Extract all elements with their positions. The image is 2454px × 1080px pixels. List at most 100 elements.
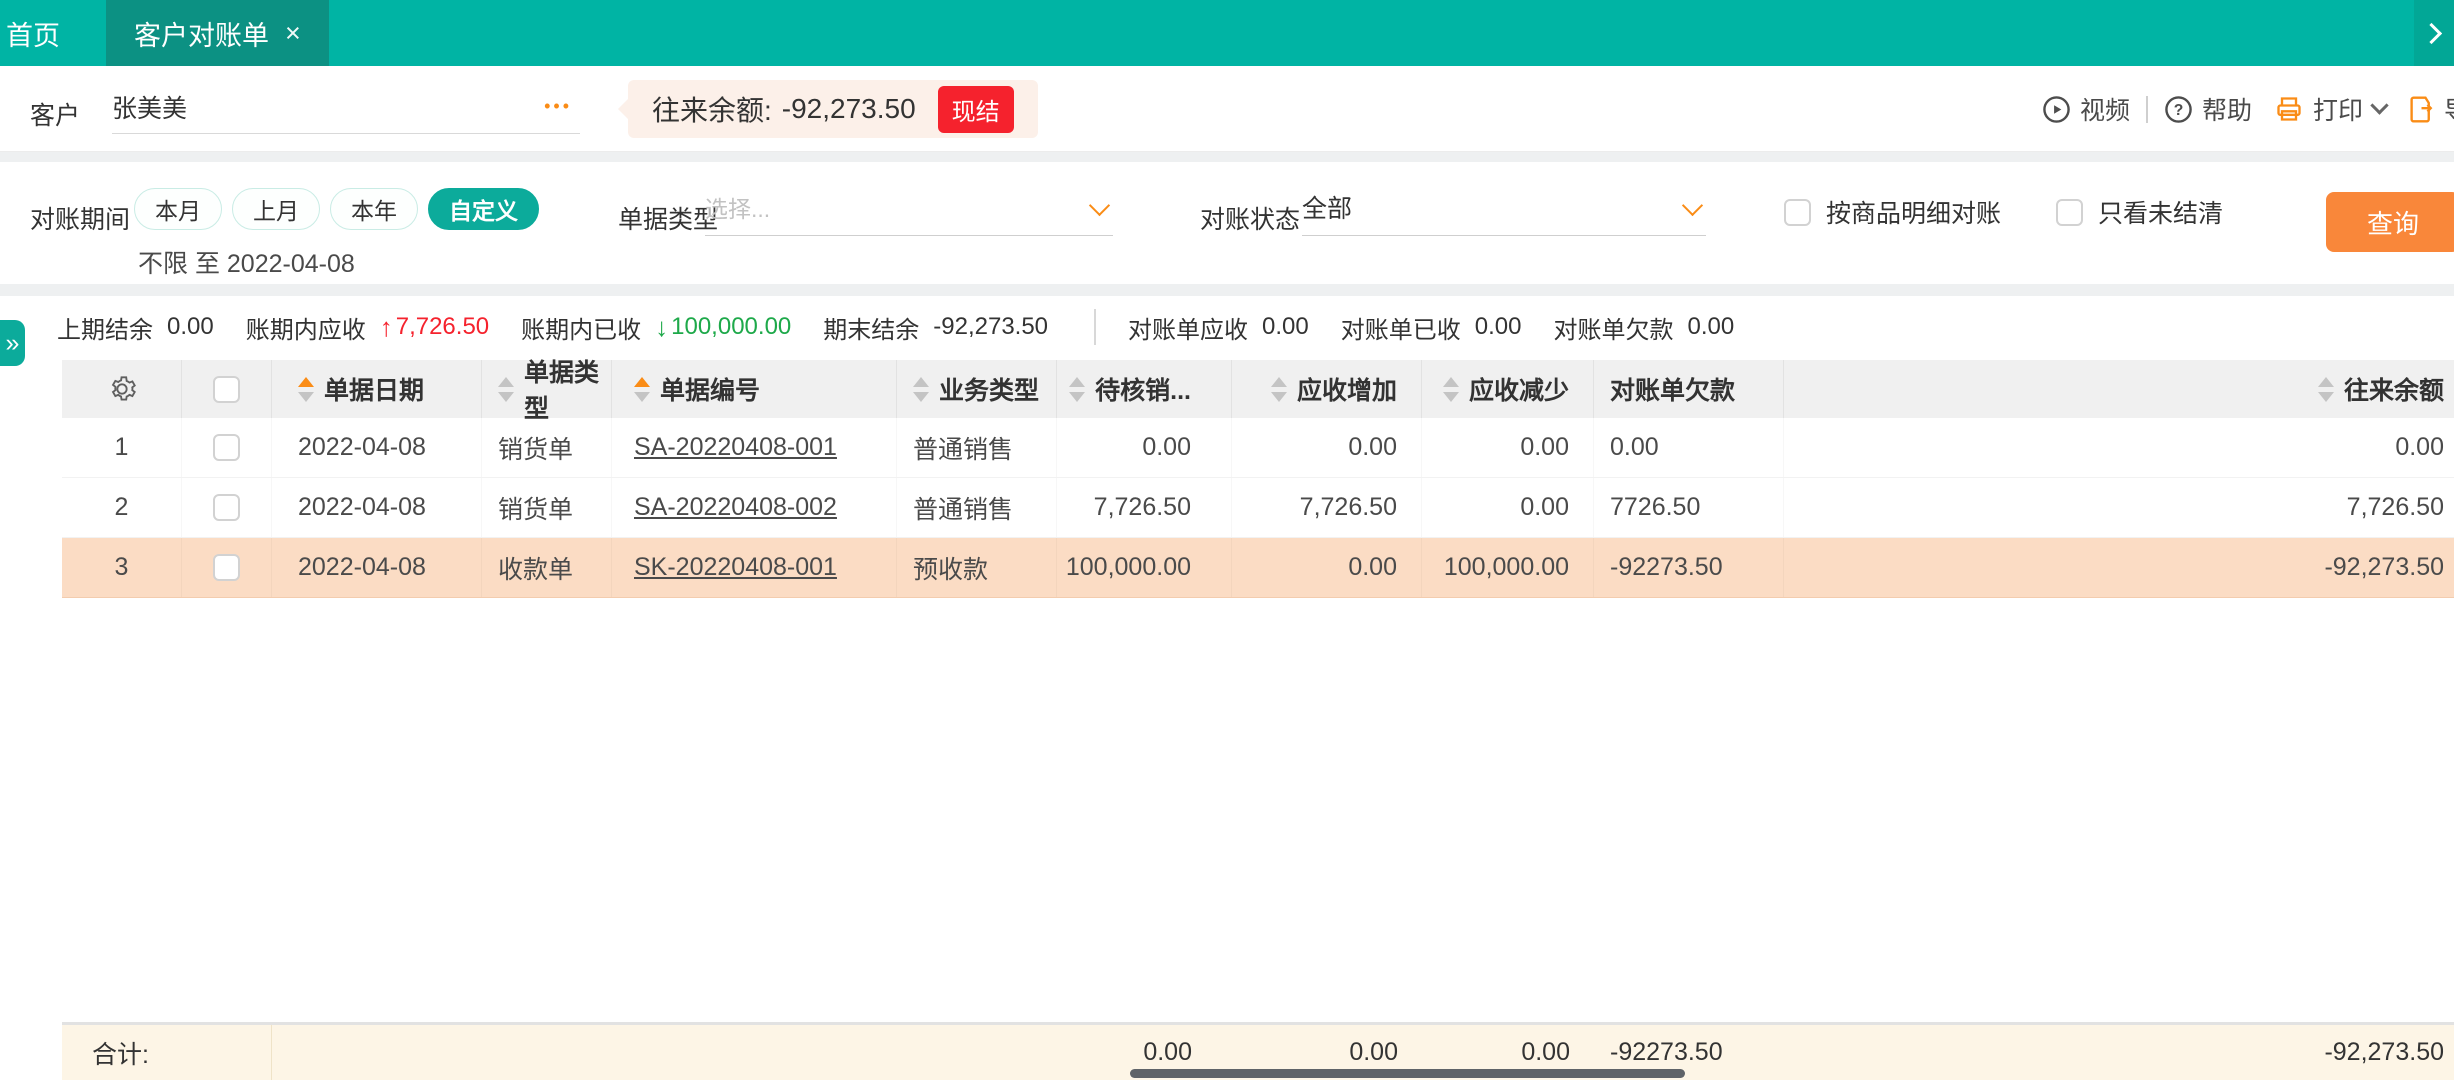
- summary-stmt-received: 对账单已收 0.00: [1341, 310, 1522, 345]
- cell-ar-increase: 7,726.50: [1232, 478, 1422, 537]
- summary-strip: 上期结余 0.00 账期内应收 ↑ 7,726.50 账期内已收 ↓ 100,0…: [57, 296, 1766, 358]
- chevron-down-icon[interactable]: [2370, 96, 2388, 114]
- status-select[interactable]: 全部: [1302, 178, 1706, 236]
- sort-icon[interactable]: [2318, 377, 2334, 402]
- help-button[interactable]: ? 帮助: [2164, 91, 2252, 127]
- doc-no-link[interactable]: SA-20220408-001: [634, 433, 837, 462]
- play-circle-icon: [2042, 95, 2071, 124]
- column-header-ar-increase[interactable]: 应收增加: [1232, 360, 1422, 418]
- column-header-balance[interactable]: 往来余额: [2230, 360, 2454, 418]
- expand-sidebar-button[interactable]: »: [0, 320, 25, 366]
- cell-biz-type: 预收款: [897, 538, 1057, 597]
- cash-settle-badge: 现结: [938, 86, 1014, 133]
- sort-icon[interactable]: [913, 377, 929, 402]
- checkbox-icon[interactable]: [213, 554, 240, 581]
- pill-this-month[interactable]: 本月: [134, 188, 222, 230]
- doc-type-placeholder: 选择...: [705, 190, 770, 224]
- tab-home-label: 首页: [6, 14, 60, 53]
- chevron-right-icon: [2420, 22, 2441, 43]
- column-settings-button[interactable]: [62, 360, 182, 418]
- statement-table: 单据日期 单据类型 单据编号 业务类型 待核销...: [62, 360, 2454, 598]
- select-all-checkbox[interactable]: [182, 360, 272, 418]
- column-header-date[interactable]: 单据日期: [272, 360, 482, 418]
- toolbar: 客户 张美美 ••• 往来余额: -92,273.50 现结 视频 ? 帮助: [0, 66, 2454, 152]
- pill-custom[interactable]: 自定义: [428, 188, 539, 230]
- doc-no-link[interactable]: SA-20220408-002: [634, 493, 837, 522]
- summary-ending-balance: 期末结余 -92,273.50: [823, 310, 1048, 345]
- period-label: 对账期间: [30, 200, 130, 236]
- column-header-biz-type[interactable]: 业务类型: [897, 360, 1057, 418]
- column-header-ar-decrease[interactable]: 应收减少: [1422, 360, 1594, 418]
- cell-ar-decrease: 100,000.00: [1422, 538, 1594, 597]
- row-index: 2: [62, 478, 182, 537]
- checkbox-icon[interactable]: [2056, 199, 2083, 226]
- sort-icon[interactable]: [1443, 377, 1459, 402]
- tab-home[interactable]: 首页: [0, 0, 90, 66]
- balance-value: -92,273.50: [782, 93, 916, 125]
- column-header-pending[interactable]: 待核销...: [1057, 360, 1232, 418]
- balance-bubble: 往来余额: -92,273.50 现结: [628, 80, 1038, 138]
- divider: [1094, 309, 1096, 345]
- summary-period-receivable: 账期内应收 ↑ 7,726.50: [246, 310, 489, 345]
- row-checkbox[interactable]: [182, 538, 272, 597]
- row-checkbox[interactable]: [182, 478, 272, 537]
- sort-icon[interactable]: [298, 377, 314, 402]
- checkbox-icon[interactable]: [213, 494, 240, 521]
- cell-balance: 7,726.50: [2230, 478, 2454, 537]
- tab-scroll-right-button[interactable]: [2414, 0, 2454, 66]
- total-label: 合计:: [62, 1025, 272, 1080]
- doc-type-select[interactable]: 选择...: [705, 178, 1113, 236]
- doc-no-link[interactable]: SK-20220408-001: [634, 553, 837, 582]
- tab-label: 客户对账单: [134, 14, 269, 53]
- divider: [2146, 96, 2148, 123]
- export-icon: [2408, 95, 2435, 124]
- pill-last-month[interactable]: 上月: [232, 188, 320, 230]
- printer-icon: [2274, 95, 2304, 123]
- question-circle-icon: ?: [2164, 95, 2193, 124]
- chevron-down-icon: [1089, 195, 1110, 216]
- chevron-down-icon: [1682, 195, 1703, 216]
- close-icon[interactable]: ×: [285, 20, 301, 47]
- sort-icon[interactable]: [634, 377, 650, 402]
- row-checkbox[interactable]: [182, 418, 272, 477]
- checkbox-icon[interactable]: [213, 434, 240, 461]
- row-index: 1: [62, 418, 182, 477]
- column-header-doc-type[interactable]: 单据类型: [482, 360, 612, 418]
- export-button[interactable]: 导出: [2408, 91, 2454, 127]
- column-header-stmt-debt[interactable]: 对账单欠款: [1594, 360, 1784, 418]
- query-button[interactable]: 查询: [2326, 192, 2454, 252]
- cell-balance: 0.00: [2230, 418, 2454, 477]
- cell-biz-type: 普通销售: [897, 478, 1057, 537]
- pill-this-year[interactable]: 本年: [330, 188, 418, 230]
- sort-icon[interactable]: [1069, 377, 1085, 402]
- table-row[interactable]: 1 2022-04-08 销货单 SA-20220408-001 普通销售 0.…: [62, 418, 2454, 478]
- status-value: 全部: [1302, 189, 1352, 225]
- cell-doc-no: SA-20220408-002: [612, 478, 897, 537]
- cell-ar-increase: 0.00: [1232, 538, 1422, 597]
- sort-icon[interactable]: [498, 377, 514, 402]
- by-product-checkbox[interactable]: 按商品明细对账: [1784, 194, 2001, 230]
- cell-biz-type: 普通销售: [897, 418, 1057, 477]
- sort-icon[interactable]: [1271, 377, 1287, 402]
- column-header-filler: [1784, 360, 2230, 418]
- cell-doc-type: 销货单: [482, 478, 612, 537]
- down-arrow-icon: ↓: [655, 312, 668, 343]
- doc-type-label: 单据类型: [618, 200, 718, 236]
- toolbar-actions: 视频 ? 帮助 打印 导出: [2042, 66, 2454, 152]
- horizontal-scrollbar[interactable]: [1130, 1069, 1685, 1078]
- video-button[interactable]: 视频: [2042, 91, 2130, 127]
- more-options-icon[interactable]: •••: [544, 96, 572, 117]
- cell-balance: -92,273.50: [2230, 538, 2454, 597]
- tab-customer-statement[interactable]: 客户对账单 ×: [106, 0, 329, 66]
- checkbox-icon[interactable]: [1784, 199, 1811, 226]
- customer-select[interactable]: 张美美 •••: [112, 80, 580, 134]
- checkbox-icon[interactable]: [213, 376, 240, 403]
- print-button[interactable]: 打印: [2274, 91, 2363, 127]
- unsettled-checkbox[interactable]: 只看未结清: [2056, 194, 2223, 230]
- customer-label: 客户: [30, 96, 80, 132]
- table-row[interactable]: 2 2022-04-08 销货单 SA-20220408-002 普通销售 7,…: [62, 478, 2454, 538]
- column-header-doc-no[interactable]: 单据编号: [612, 360, 897, 418]
- cell-ar-decrease: 0.00: [1422, 478, 1594, 537]
- table-row-selected[interactable]: 3 2022-04-08 收款单 SK-20220408-001 预收款 100…: [62, 538, 2454, 598]
- period-range-value[interactable]: 不限 至 2022-04-08: [138, 244, 355, 280]
